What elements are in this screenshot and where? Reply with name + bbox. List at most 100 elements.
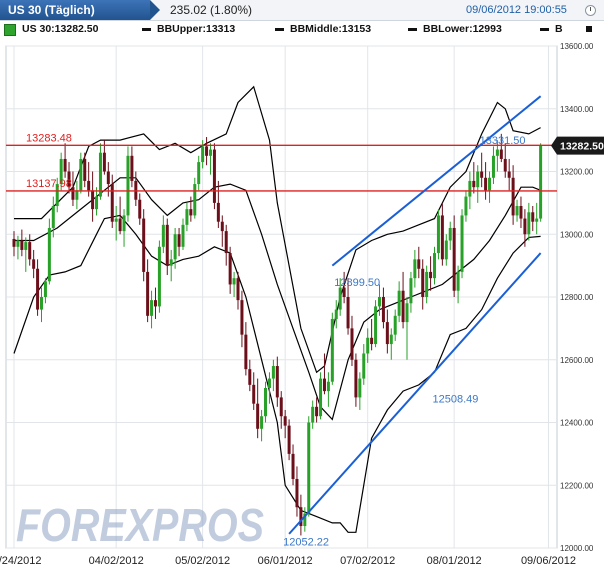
candle-up	[209, 149, 212, 156]
horizontal-line-label: 13283.48	[26, 132, 72, 144]
candle-up	[358, 378, 362, 398]
legend-more: B	[540, 23, 563, 35]
candle-down	[110, 184, 114, 222]
horizontal-line-label: 13137.98	[26, 178, 72, 190]
legend-square-icon	[586, 26, 592, 32]
candle-down	[322, 378, 326, 392]
candle-up	[468, 180, 472, 197]
candle-up	[397, 290, 401, 316]
candle-down	[421, 268, 425, 297]
candle-down	[28, 242, 32, 260]
y-tick-label: 13600.00	[560, 42, 594, 51]
candle-down	[472, 180, 476, 188]
candle-up	[334, 309, 338, 319]
candle-down	[523, 218, 527, 235]
candle-down	[354, 359, 358, 398]
candle-down	[224, 231, 228, 254]
candle-down	[220, 221, 224, 232]
candle-up	[260, 416, 264, 429]
candle-down	[291, 453, 295, 479]
x-tick-label: 04/02/2012	[89, 555, 144, 567]
candle-up	[515, 206, 519, 216]
symbol-color-swatch	[4, 24, 16, 36]
candle-down	[118, 218, 122, 232]
candle-up	[436, 215, 440, 254]
legend-bb-lower: BBLower:12993	[408, 23, 502, 35]
x-tick-label: 02/24/2012	[0, 555, 42, 567]
x-tick-label: 08/01/2012	[427, 555, 482, 567]
candle-up	[122, 215, 126, 232]
candle-up	[16, 240, 20, 247]
candle-down	[484, 177, 488, 191]
legend-bb-middle-label: BBMiddle:13153	[290, 23, 372, 35]
candle-down	[342, 287, 346, 297]
candle-up	[161, 224, 165, 247]
candle-down	[252, 384, 256, 404]
candle-up	[464, 196, 468, 216]
candle-down	[205, 146, 209, 156]
annotation-label: 12052.22	[283, 537, 329, 549]
candle-down	[315, 406, 319, 417]
price-chart[interactable]: FOREXPROS 13283.48 13137.98 13331.50 12899…	[0, 38, 604, 571]
legend-bb-middle: BBMiddle:13153	[275, 23, 371, 35]
dash-icon	[142, 27, 151, 31]
candle-down	[87, 180, 91, 191]
candle-down	[153, 300, 157, 307]
annotation-label: 12508.49	[433, 393, 479, 405]
candle-up	[201, 146, 205, 163]
legend-bb-upper-label: BBUpper:13313	[157, 23, 236, 35]
candle-down	[452, 227, 456, 291]
timestamp: 09/06/2012 19:00:55	[466, 4, 567, 16]
candle-up	[326, 381, 330, 392]
candle-down	[370, 337, 374, 345]
legend-bb-upper: BBUpper:13313	[142, 23, 235, 35]
candle-down	[20, 240, 24, 250]
legend-bb-lower-label: BBLower:12993	[423, 23, 502, 35]
candle-up	[95, 196, 99, 210]
candle-down	[440, 215, 444, 260]
candle-down	[12, 238, 16, 247]
candle-up	[24, 242, 28, 250]
candle-up	[389, 334, 393, 345]
instrument-title[interactable]: US 30 (Täglich)	[0, 0, 160, 20]
candle-up	[181, 224, 185, 247]
candle-up	[444, 240, 448, 260]
y-tick-label: 12200.00	[560, 481, 594, 490]
x-tick-label: 09/06/2012	[521, 555, 576, 567]
candle-down	[165, 224, 169, 266]
clock-icon[interactable]	[585, 5, 596, 16]
candle-down	[248, 369, 252, 385]
price-axis: 12000.00 12200.00 12400.00 12600.00 12800.00…	[551, 42, 604, 553]
candle-down	[511, 177, 515, 216]
candle-down	[228, 253, 232, 285]
candle-up	[448, 227, 452, 241]
candle-down	[417, 259, 421, 269]
candle-down	[146, 271, 150, 316]
candle-down	[287, 425, 291, 454]
candle-up	[393, 315, 397, 335]
candle-up	[476, 171, 480, 188]
candle-up	[114, 218, 118, 222]
indicator-legend: US 30:13282.50 BBUpper:13313 BBMiddle:13…	[0, 21, 604, 38]
candle-up	[374, 306, 378, 345]
candle-up	[330, 318, 334, 382]
annotation-label: 12899.50	[334, 277, 380, 289]
candle-up	[43, 281, 47, 297]
candle-down	[507, 171, 511, 178]
last-price-label: 13282.50	[560, 141, 604, 153]
watermark: FOREXPROS	[16, 499, 264, 551]
candle-up	[460, 215, 464, 272]
candle-up	[157, 246, 161, 307]
candle-down	[83, 158, 87, 181]
candle-up	[169, 259, 173, 266]
candle-up	[173, 234, 177, 260]
legend-more-label: B	[555, 23, 563, 35]
candle-up	[197, 162, 201, 185]
candle-up	[362, 353, 366, 379]
candle-up	[40, 297, 44, 310]
candle-up	[51, 206, 55, 228]
candle-up	[488, 177, 492, 191]
candle-down	[531, 212, 535, 222]
candle-up	[307, 422, 311, 514]
candle-down	[216, 202, 220, 222]
